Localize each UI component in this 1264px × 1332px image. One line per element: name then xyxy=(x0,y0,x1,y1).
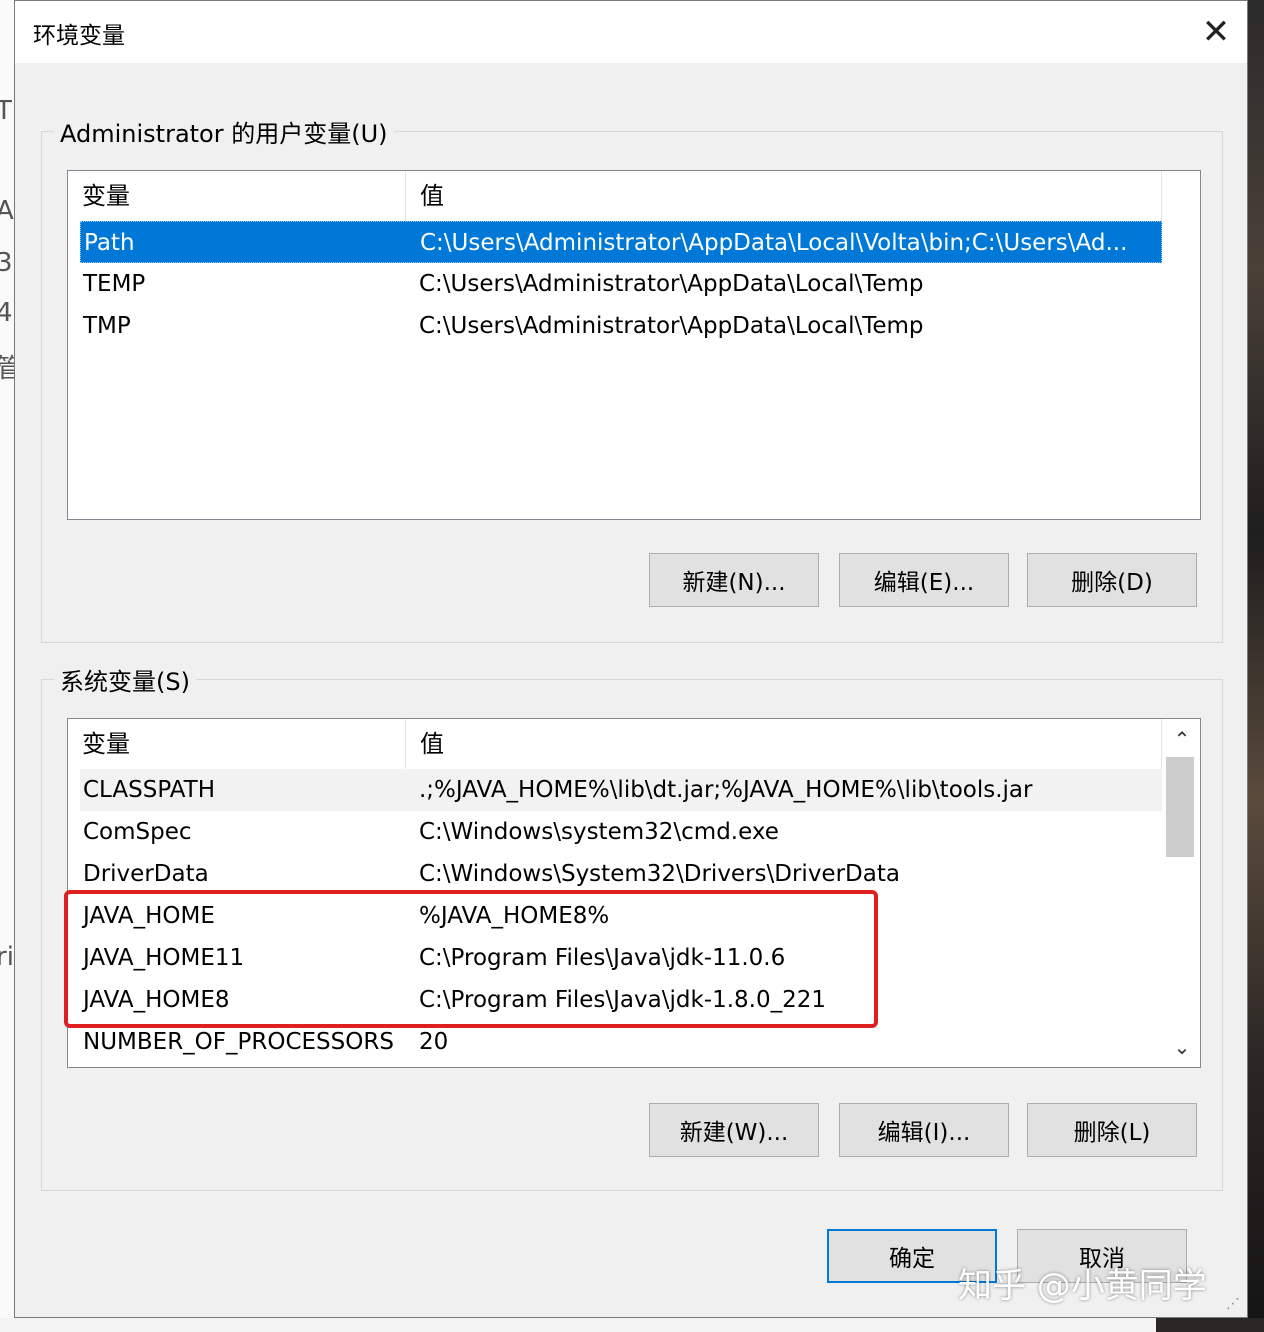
user-variables-label: Administrator 的用户变量(U) xyxy=(54,114,394,149)
variable-value: C:\Users\Administrator\AppData\Local\Tem… xyxy=(419,271,924,297)
background-right xyxy=(1248,0,1264,1332)
table-row[interactable]: CLASSPATH .;%JAVA_HOME%\lib\dt.jar;%JAVA… xyxy=(80,769,1162,811)
list-header: 变量 值 xyxy=(68,171,1162,221)
user-new-button[interactable]: 新建(N)... xyxy=(649,553,819,607)
scroll-thumb[interactable] xyxy=(1166,757,1194,857)
scroll-up-icon[interactable]: ⌃ xyxy=(1164,721,1200,757)
variable-value: C:\Windows\System32\Drivers\DriverData xyxy=(419,861,900,887)
environment-variables-dialog: 环境变量 ✕ Administrator 的用户变量(U) 变量 值 Path … xyxy=(14,0,1248,1318)
scroll-down-icon[interactable]: ⌄ xyxy=(1164,1029,1200,1065)
variable-value: 20 xyxy=(419,1029,449,1055)
dialog-title: 环境变量 xyxy=(33,23,125,49)
background-left: T A 3 4 管 ri xyxy=(0,0,15,1332)
variable-value: %JAVA_HOME8% xyxy=(419,903,610,929)
variable-name: JAVA_HOME8 xyxy=(83,987,230,1013)
system-delete-button[interactable]: 删除(L) xyxy=(1027,1103,1197,1157)
table-row[interactable]: JAVA_HOME11 C:\Program Files\Java\jdk-11… xyxy=(80,937,1162,979)
bg-fragment: 3 xyxy=(0,248,13,278)
title-bar[interactable]: 环境变量 ✕ xyxy=(15,1,1247,63)
bg-fragment: 管 xyxy=(0,354,15,384)
table-row[interactable]: JAVA_HOME8 C:\Program Files\Java\jdk-1.8… xyxy=(80,979,1162,1021)
variable-name: TMP xyxy=(83,313,131,339)
background-bottom-right xyxy=(1156,1318,1264,1332)
column-header-value[interactable]: 值 xyxy=(406,171,1162,221)
variable-name: JAVA_HOME11 xyxy=(83,945,245,971)
resize-grip-icon[interactable]: ⋰ xyxy=(1226,1296,1240,1312)
variable-name: CLASSPATH xyxy=(83,777,216,803)
variable-value: C:\Program Files\Java\jdk-11.0.6 xyxy=(419,945,786,971)
bg-fragment: T xyxy=(0,96,12,126)
table-row[interactable]: DriverData C:\Windows\System32\Drivers\D… xyxy=(80,853,1162,895)
system-edit-button[interactable]: 编辑(I)... xyxy=(839,1103,1009,1157)
column-header-value[interactable]: 值 xyxy=(406,719,1162,769)
background-bottom xyxy=(0,1318,1264,1332)
variable-name: Path xyxy=(84,230,135,256)
variable-value: C:\Program Files\Java\jdk-1.8.0_221 xyxy=(419,987,826,1013)
variable-name: DriverData xyxy=(83,861,209,887)
user-edit-button[interactable]: 编辑(E)... xyxy=(839,553,1009,607)
watermark: 知乎 @小黄同学 xyxy=(958,1266,1207,1306)
bg-fragment: ri xyxy=(0,942,14,972)
table-row[interactable]: NUMBER_OF_PROCESSORS 20 xyxy=(80,1021,1162,1063)
list-header: 变量 值 xyxy=(68,719,1162,769)
table-row[interactable]: TEMP C:\Users\Administrator\AppData\Loca… xyxy=(80,263,1162,305)
system-new-button[interactable]: 新建(W)... xyxy=(649,1103,819,1157)
system-variables-list[interactable]: 变量 值 CLASSPATH .;%JAVA_HOME%\lib\dt.jar;… xyxy=(67,718,1201,1068)
system-variables-label: 系统变量(S) xyxy=(54,662,196,697)
variable-value: C:\Users\Administrator\AppData\Local\Vol… xyxy=(420,230,1128,256)
variable-name: JAVA_HOME xyxy=(83,903,215,929)
user-variables-list[interactable]: 变量 值 Path C:\Users\Administrator\AppData… xyxy=(67,170,1201,520)
close-icon[interactable]: ✕ xyxy=(1185,1,1247,63)
variable-value: C:\Windows\system32\cmd.exe xyxy=(419,819,779,845)
user-delete-button[interactable]: 删除(D) xyxy=(1027,553,1197,607)
column-header-variable[interactable]: 变量 xyxy=(68,171,406,221)
variable-value: C:\Users\Administrator\AppData\Local\Tem… xyxy=(419,313,924,339)
table-row[interactable]: ComSpec C:\Windows\system32\cmd.exe xyxy=(80,811,1162,853)
variable-name: ComSpec xyxy=(83,819,192,845)
variable-name: TEMP xyxy=(83,271,146,297)
vertical-scrollbar[interactable]: ⌃ ⌄ xyxy=(1164,719,1200,1067)
table-row[interactable]: JAVA_HOME %JAVA_HOME8% xyxy=(80,895,1162,937)
variable-value: .;%JAVA_HOME%\lib\dt.jar;%JAVA_HOME%\lib… xyxy=(419,777,1033,803)
table-row[interactable]: TMP C:\Users\Administrator\AppData\Local… xyxy=(80,305,1162,347)
bg-fragment: 4 xyxy=(0,298,13,328)
bg-fragment: A xyxy=(0,196,14,226)
table-row[interactable]: Path C:\Users\Administrator\AppData\Loca… xyxy=(80,221,1162,263)
column-header-variable[interactable]: 变量 xyxy=(68,719,406,769)
variable-name: NUMBER_OF_PROCESSORS xyxy=(83,1029,394,1055)
